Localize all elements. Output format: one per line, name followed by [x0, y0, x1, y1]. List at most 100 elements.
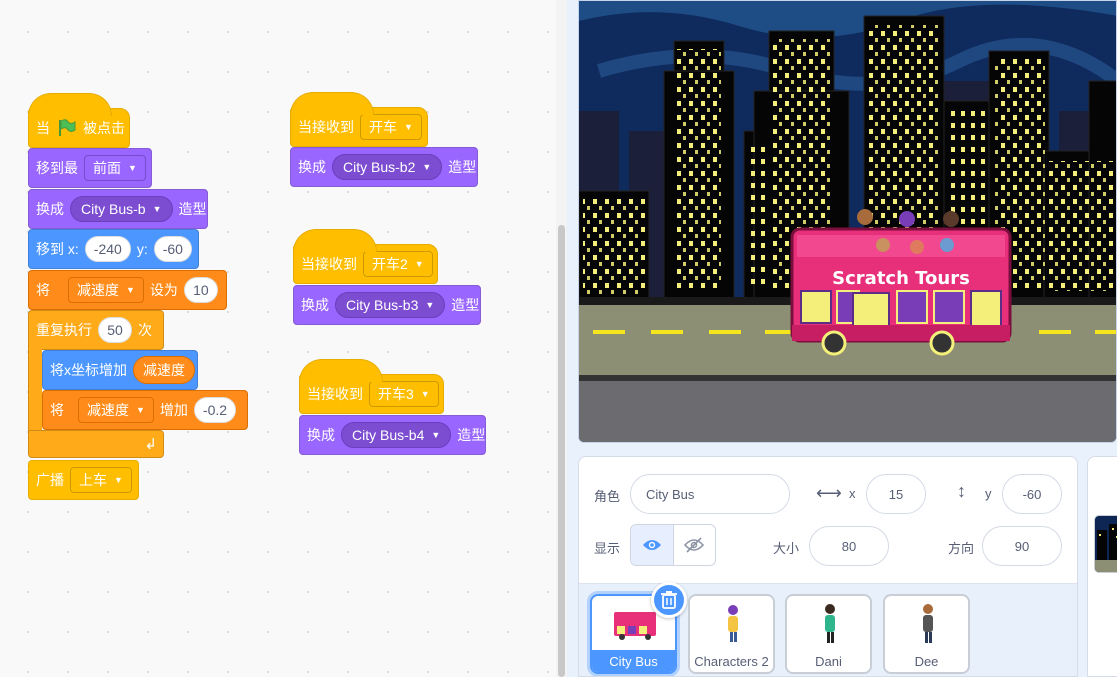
characters-2-thumbnail: [728, 605, 738, 642]
size-label: 大小: [773, 541, 800, 556]
sprite-pane: 角色 City Bus ⟷ x 15 ↕ y -60 显示 大小 80 方向 9…: [578, 456, 1078, 677]
switch-costume-block-1[interactable]: 换成 City Bus-b2 ▼ 造型: [290, 147, 478, 187]
bus-sign: Scratch Tours: [832, 268, 970, 289]
dropdown-value: 减速度: [77, 282, 119, 298]
message-dropdown[interactable]: 开车 ▼: [360, 114, 422, 140]
switch-costume-block-3[interactable]: 换成 City Bus-b4 ▼ 造型: [299, 415, 486, 455]
set-variable-block[interactable]: 将 减速度 ▼ 设为 10: [28, 270, 227, 310]
block-mid: 增加: [159, 402, 188, 418]
green-flag-icon: [56, 118, 76, 138]
repeat-bottom: ↲: [28, 430, 164, 458]
show-label: 显示: [594, 541, 621, 556]
x-input[interactable]: -240: [84, 236, 131, 262]
caret-down-icon: ▼: [152, 204, 162, 214]
block-label: 重复执行: [36, 322, 92, 338]
block-label: 换成: [307, 427, 335, 443]
sprite-name-value: City Bus: [646, 486, 695, 502]
y-input[interactable]: -60: [153, 236, 192, 262]
code-scrollbar[interactable]: [558, 225, 565, 677]
backdrop-thumbnail[interactable]: [1094, 515, 1117, 573]
change-variable-block[interactable]: 将 减速度 ▼ 增加 -0.2: [42, 390, 248, 430]
message-dropdown[interactable]: 上车 ▼: [70, 467, 132, 493]
broadcast-block[interactable]: 广播 上车 ▼: [28, 460, 139, 500]
message-dropdown[interactable]: 开车3 ▼: [369, 381, 439, 407]
when-flag-clicked-block[interactable]: 当 被点击: [28, 93, 130, 148]
go-to-front-block[interactable]: 移到最 前面 ▼: [28, 148, 152, 188]
y-label: y: [985, 486, 992, 501]
costume-dropdown[interactable]: City Bus-b4 ▼: [341, 422, 452, 448]
hat-label: 当接收到: [298, 119, 354, 135]
times-input[interactable]: 50: [98, 317, 132, 343]
caret-down-icon: ▼: [128, 163, 137, 173]
block-label: 换成: [298, 159, 326, 175]
stage-canvas: Scratch Tours: [579, 1, 1116, 442]
change-x-block[interactable]: 将x坐标增加 减速度: [42, 350, 198, 390]
eye-slash-icon: [684, 537, 705, 553]
caret-down-icon: ▼: [431, 430, 441, 440]
hat-suffix: 被点击: [83, 120, 125, 136]
direction-value: 90: [1014, 538, 1030, 554]
x-field[interactable]: 15: [866, 474, 926, 514]
direction-field[interactable]: 90: [982, 526, 1062, 566]
go-to-xy-block[interactable]: 移到 x: -240 y: -60: [28, 229, 199, 269]
dropdown-value: 前面: [93, 160, 121, 176]
sprite-thumb-dee[interactable]: Dee: [883, 594, 970, 674]
message-dropdown[interactable]: 开车2 ▼: [363, 251, 433, 277]
sprite-name: Dee: [914, 653, 939, 669]
costume-dropdown[interactable]: City Bus-b2 ▼: [332, 154, 443, 180]
x-arrow-icon: ⟷: [816, 483, 842, 503]
caret-down-icon: ▼: [126, 285, 135, 295]
hide-button[interactable]: [674, 525, 716, 565]
visibility-toggle: [630, 524, 716, 566]
stage[interactable]: Scratch Tours: [578, 0, 1117, 443]
block-label: 广播: [36, 472, 64, 488]
when-receive-block-3[interactable]: 当接收到 开车3 ▼: [299, 359, 444, 414]
dani-thumbnail: [825, 604, 835, 643]
variable-reporter[interactable]: 减速度: [133, 356, 195, 384]
dropdown-value: City Bus-b2: [343, 159, 416, 175]
caret-down-icon: ▼: [422, 162, 432, 172]
sprite-thumb-characters-2[interactable]: Characters 2: [688, 594, 775, 674]
size-field[interactable]: 80: [809, 526, 889, 566]
value-input[interactable]: -0.2: [193, 397, 237, 423]
dropdown-value: 上车: [79, 472, 107, 488]
block-suffix: 造型: [178, 201, 207, 217]
sprite-list: City Bus Characters 2 Dani Dee: [579, 582, 1077, 676]
block-label: 换成: [301, 297, 329, 313]
switch-costume-block-2[interactable]: 换成 City Bus-b3 ▼ 造型: [293, 285, 481, 325]
repeat-arm: [28, 348, 42, 432]
dee-thumbnail: [923, 604, 933, 643]
switch-costume-block[interactable]: 换成 City Bus-b ▼ 造型: [28, 189, 208, 229]
caret-down-icon: ▼: [420, 389, 430, 399]
when-receive-block-2[interactable]: 当接收到 开车2 ▼: [293, 229, 438, 284]
delete-sprite-button[interactable]: [651, 582, 687, 618]
sprite-name-field[interactable]: City Bus: [630, 474, 790, 514]
block-label: 换成: [36, 201, 64, 217]
variable-dropdown[interactable]: 减速度 ▼: [68, 277, 144, 303]
code-area[interactable]: 当 被点击 移到最 前面 ▼ 换成 City Bus-b ▼ 造型 移到 x: -2…: [0, 0, 556, 677]
direction-label: 方向: [948, 541, 975, 556]
repeat-block[interactable]: 重复执行 50 次: [28, 310, 164, 350]
costume-dropdown[interactable]: City Bus-b ▼: [70, 196, 173, 222]
block-suffix: 造型: [451, 297, 480, 313]
dropdown-value: 开车: [369, 119, 397, 135]
value-input[interactable]: 10: [183, 277, 218, 303]
layer-dropdown[interactable]: 前面 ▼: [84, 155, 146, 181]
variable-dropdown[interactable]: 减速度 ▼: [78, 397, 154, 423]
sprite-label: 角色: [594, 489, 621, 504]
show-button[interactable]: [631, 525, 674, 565]
city-bus-sprite: Scratch Tours: [790, 209, 1012, 356]
hat-prefix: 当: [36, 120, 50, 136]
caret-down-icon: ▼: [425, 300, 435, 310]
x-value: 15: [888, 486, 904, 502]
dropdown-value: City Bus-b: [81, 201, 146, 217]
block-label: 将: [50, 402, 64, 418]
sprite-thumb-dani[interactable]: Dani: [785, 594, 872, 674]
eye-icon: [642, 540, 661, 550]
dropdown-value: City Bus-b3: [346, 297, 419, 313]
when-receive-block-1[interactable]: 当接收到 开车 ▼: [290, 92, 428, 147]
y-field[interactable]: -60: [1002, 474, 1062, 514]
size-value: 80: [841, 538, 857, 554]
x-label: x: [849, 486, 856, 501]
costume-dropdown[interactable]: City Bus-b3 ▼: [335, 292, 446, 318]
